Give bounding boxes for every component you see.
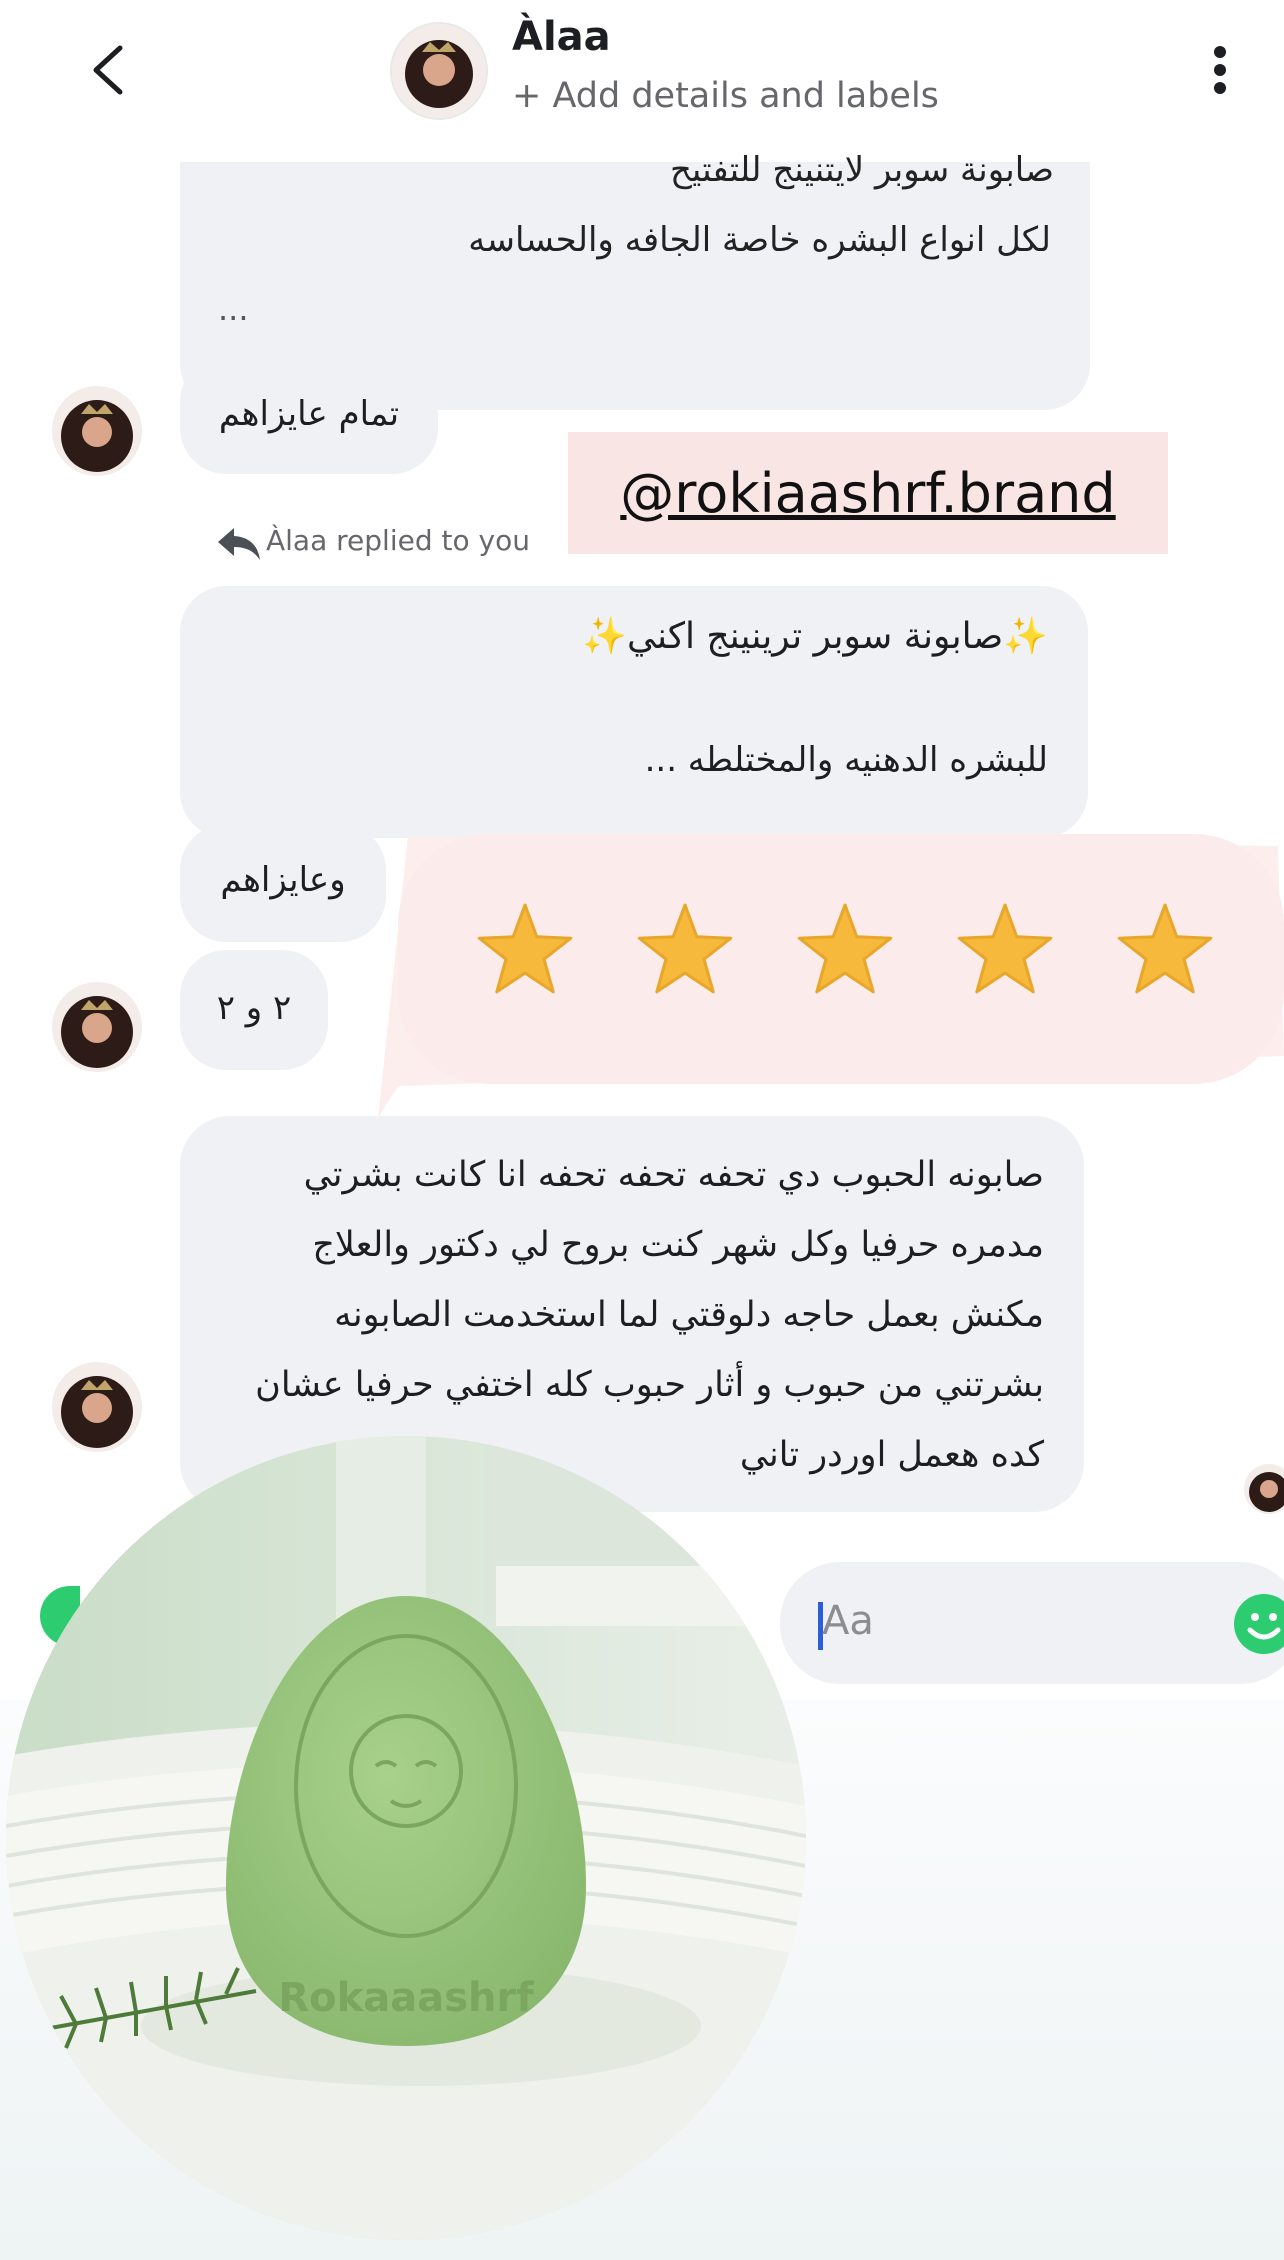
message-text-line: للبشره الدهنيه والمختلطه ... [644, 740, 1048, 780]
contact-name[interactable]: Àlaa [512, 14, 611, 60]
reply-indicator-text: Àlaa replied to you [266, 524, 530, 557]
contact-avatar-small[interactable] [52, 386, 142, 476]
message-bubble[interactable]: ٢ و ٢ [180, 950, 328, 1070]
back-arrow-icon[interactable] [82, 40, 132, 100]
product-photo-soap: Rokaaashrf [6, 1436, 806, 2240]
message-ellipsis: ... [218, 290, 249, 328]
product-stamp-text: Rokaaashrf [278, 1975, 534, 2021]
star-rating-svg [477, 903, 1213, 994]
star-rating [470, 898, 1230, 1008]
message-text-review: صابونه الحبوب دي تحفه تحفه تحفه انا كانت… [255, 1155, 1044, 1475]
contact-avatar[interactable] [390, 22, 488, 120]
message-text-line: ✨صابونة سوبر ترينينج اكني✨ [582, 616, 1048, 657]
message-bubble[interactable]: وعايزاهم [180, 824, 386, 942]
message-text: ٢ و ٢ [216, 988, 292, 1028]
message-input-placeholder: Aa [822, 1598, 874, 1644]
contact-avatar-small[interactable] [52, 982, 142, 1072]
brand-handle: @rokiaashrf.brand [620, 462, 1116, 525]
message-text: تمام عايزاهم [218, 394, 400, 434]
message-text-line: صابونة سوبر لايتنينج للتفتيح [669, 150, 1054, 190]
star-icon [637, 903, 733, 994]
star-icon [1117, 903, 1213, 994]
message-text-line: لكل انواع البشره خاصة الجافه والحساسه [468, 220, 1051, 260]
smiley-face-icon[interactable] [1232, 1592, 1284, 1656]
message-text: وعايزاهم [220, 860, 346, 900]
star-icon [797, 903, 893, 994]
message-bubble[interactable]: تمام عايزاهم [180, 356, 438, 474]
contact-avatar-small[interactable] [52, 1362, 142, 1452]
seen-receipt-avatar [1244, 1464, 1284, 1514]
add-details-link[interactable]: + Add details and labels [512, 76, 939, 116]
star-icon [477, 903, 573, 994]
more-options-icon[interactable] [1200, 40, 1240, 100]
reply-arrow-icon [218, 528, 260, 560]
star-icon [957, 903, 1053, 994]
